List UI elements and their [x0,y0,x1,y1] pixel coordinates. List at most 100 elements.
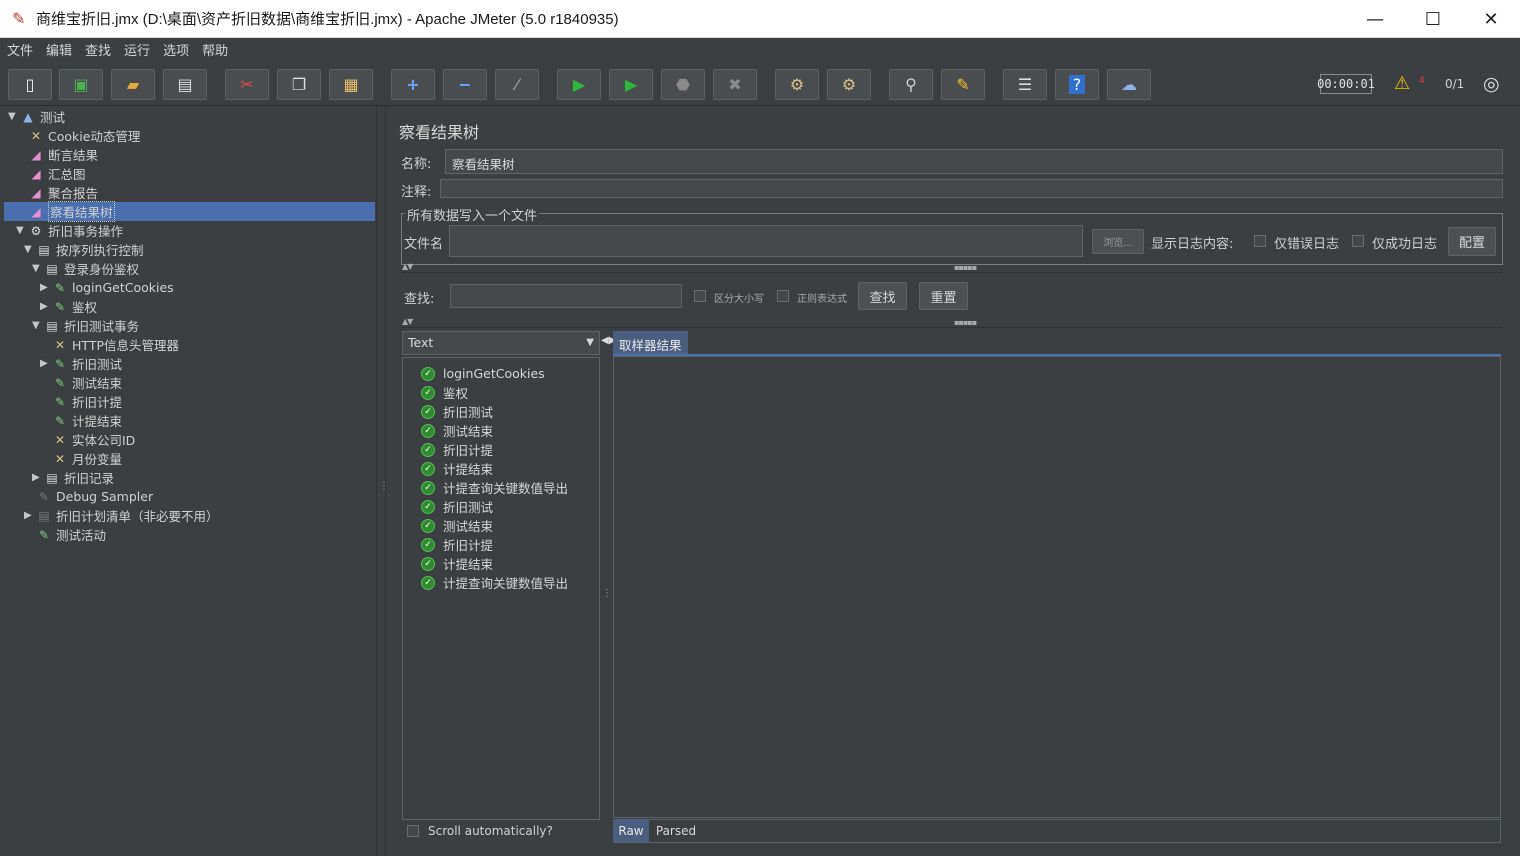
collapse-arrows-icon[interactable]: ▲▼ [402,262,413,271]
expanded-arrow-icon[interactable]: ▼ [24,244,36,255]
splitter-grip-icon[interactable]: ▪▪▪▪▪ [954,263,977,272]
filename-input[interactable] [449,225,1083,257]
tree-item[interactable]: ✕ HTTP信息头管理器 [40,335,179,354]
menu-file[interactable]: 文件 [7,40,33,59]
start-icon[interactable]: ▶ [557,69,601,100]
tree-item[interactable]: ◢ 聚合报告 [16,183,98,202]
templates-icon[interactable]: ▣ [59,69,103,100]
comment-input[interactable] [440,179,1503,198]
tab-raw[interactable]: Raw [613,819,649,842]
result-item[interactable]: ✓ 计提结束 [421,459,493,478]
splitter-grip-icon-2[interactable]: ▪▪▪▪▪ [954,318,977,327]
scroll-automatically-checkbox[interactable] [407,825,419,837]
warning-icon[interactable]: ⚠ [1394,73,1410,94]
result-item[interactable]: ✓ 测试结束 [421,421,493,440]
find-button[interactable]: 查找 [858,282,907,310]
tree-item[interactable]: ▶ ▤ 折旧记录 [32,468,114,487]
tree-item[interactable]: ▶ ✎ 折旧测试 [40,354,122,373]
result-item[interactable]: ✓ 计提查询关键数值导出 [421,478,568,497]
collapsed-arrow-icon[interactable]: ▶ [40,358,52,369]
reset-button[interactable]: 重置 [919,282,968,310]
browse-button[interactable]: 浏览... [1092,229,1144,254]
copy-icon[interactable]: ❐ [277,69,321,100]
result-item[interactable]: ✓ 鉴权 [421,383,468,402]
menu-help[interactable]: 帮助 [202,40,228,59]
result-item[interactable]: ✓ 折旧计提 [421,440,493,459]
menu-search[interactable]: 查找 [85,40,111,59]
close-button[interactable]: ✕ [1462,0,1520,38]
toggle-icon[interactable]: ⁄ [495,69,539,100]
cut-icon[interactable]: ✂ [225,69,269,100]
tree-item[interactable]: ▶ ✎ 鉴权 [40,297,97,316]
search-icon[interactable]: ⚲ [889,69,933,100]
shutdown-icon[interactable]: ✖ [713,69,757,100]
save-icon[interactable]: ▤ [163,69,207,100]
tree-item[interactable]: ◢ 断言结果 [16,145,98,164]
tree-item[interactable]: ◢ 汇总图 [16,164,85,183]
expand-icon[interactable]: + [391,69,435,100]
tab-parsed[interactable]: Parsed [652,819,700,842]
collapse-arrows-icon-2[interactable]: ▲▼ [402,317,413,326]
remote-icon[interactable]: ☁ [1107,69,1151,100]
result-item[interactable]: ✓ 折旧测试 [421,402,493,421]
tree-item[interactable]: ✎ 测试结束 [40,373,122,392]
new-icon[interactable]: ▯ [8,69,52,100]
success-only-checkbox[interactable] [1352,235,1364,247]
reset-search-icon[interactable]: ✎ [941,69,985,100]
menu-run[interactable]: 运行 [124,40,150,59]
function-helper-icon[interactable]: ☰ [1003,69,1047,100]
tree-item[interactable]: ✕ Cookie动态管理 [16,126,140,145]
result-item[interactable]: ✓ 折旧计提 [421,535,493,554]
tree-item[interactable]: ▼ ▤ 折旧测试事务 [32,316,139,335]
result-item[interactable]: ✓ 折旧测试 [421,497,493,516]
result-item[interactable]: ✓ 计提查询关键数值导出 [421,573,568,592]
tree-item[interactable]: ▼ ▤ 按序列执行控制 [24,240,144,259]
start-no-pause-icon[interactable]: ▶ [609,69,653,100]
collapsed-arrow-icon[interactable]: ▶ [40,301,52,312]
tab-sampler-result[interactable]: 取样器结果 [613,331,688,355]
tree-item[interactable]: ▼ ▤ 登录身份鉴权 [32,259,139,278]
inner-splitter-grip-icon[interactable]: ⋮ [602,588,612,599]
tree-item[interactable]: ▼ ⚙ 折旧事务操作 [16,221,123,240]
maximize-button[interactable]: ☐ [1404,0,1462,38]
tree-item[interactable]: ✎ 测试活动 [24,525,106,544]
expanded-arrow-icon[interactable]: ▼ [8,111,20,122]
paste-icon[interactable]: ▦ [329,69,373,100]
errors-only-checkbox[interactable] [1254,235,1266,247]
clear-all-icon[interactable]: ⚙ [827,69,871,100]
tree-item[interactable]: ✎ Debug Sampler [24,487,153,506]
expanded-arrow-icon[interactable]: ▼ [32,263,44,274]
minimize-button[interactable]: — [1346,0,1404,38]
tree-item[interactable]: ◢ 察看结果树 [4,201,375,222]
tree-item[interactable]: ✕ 实体公司ID [40,430,135,449]
stop-icon[interactable]: ⬣ [661,69,705,100]
result-detail-area[interactable] [613,356,1501,818]
menu-options[interactable]: 选项 [163,40,189,59]
collapsed-arrow-icon[interactable]: ▶ [40,282,52,293]
result-item[interactable]: ✓ 测试结束 [421,516,493,535]
configure-button[interactable]: 配置 [1448,227,1496,256]
name-input[interactable]: 察看结果树 [445,149,1503,174]
renderer-select[interactable]: Text ▼ [402,331,600,355]
regex-checkbox[interactable] [777,290,789,302]
vertical-splitter[interactable]: ⋮ [376,106,389,856]
search-input[interactable] [450,284,682,308]
expanded-arrow-icon[interactable]: ▼ [32,320,44,331]
tree-item[interactable]: ✕ 月份变量 [40,449,122,468]
expanded-arrow-icon[interactable]: ▼ [16,225,28,236]
tree-item[interactable]: ▶ ▤ 折旧计划清单（非必要不用） [24,506,219,525]
menu-edit[interactable]: 编辑 [46,40,72,59]
open-icon[interactable]: ▰ [111,69,155,100]
tree-item[interactable]: ✎ 折旧计提 [40,392,122,411]
result-item[interactable]: ✓ loginGetCookies [421,364,545,383]
result-item[interactable]: ✓ 计提结束 [421,554,493,573]
tree-item[interactable]: ▶ ✎ loginGetCookies [40,278,174,297]
collapsed-arrow-icon[interactable]: ▶ [32,472,44,483]
collapse-icon[interactable]: − [443,69,487,100]
tree-item[interactable]: ▼ ▲ 测试 [8,107,65,126]
clear-icon[interactable]: ⚙ [775,69,819,100]
case-sensitive-checkbox[interactable] [694,290,706,302]
collapsed-arrow-icon[interactable]: ▶ [24,510,36,521]
help-icon[interactable]: ? [1055,69,1099,100]
tree-item[interactable]: ✎ 计提结束 [40,411,122,430]
